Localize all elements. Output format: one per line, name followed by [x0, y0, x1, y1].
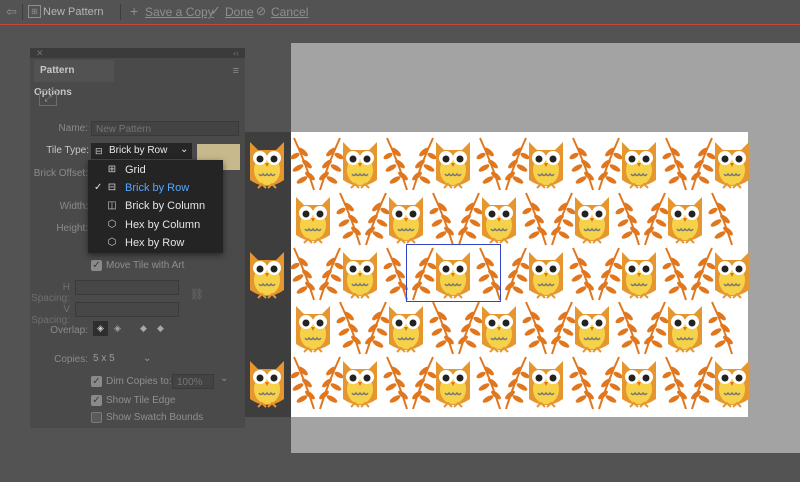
owl-art [246, 355, 288, 412]
menu-item-brick-by-column[interactable]: ◫ Brick by Column [88, 197, 223, 215]
leaf-art [708, 191, 738, 250]
collapse-icon[interactable]: ‹‹ [233, 48, 239, 58]
brick-offset-label: Brick Offset: [33, 168, 88, 179]
save-copy-button[interactable]: Save a Copy [145, 5, 214, 19]
checkmark-icon: ✓ [94, 182, 103, 193]
name-label: Name: [58, 123, 88, 134]
hex-column-icon: ⬡ [107, 219, 117, 230]
done-button[interactable]: Done [225, 5, 254, 19]
panel-menu-icon[interactable]: ≡ [233, 65, 239, 77]
owl-art [525, 355, 567, 412]
isolation-mode-bar: ⇦ ⊞ New Pattern + Save a Copy ✓ Done ⊘ C… [0, 0, 800, 25]
show-swatch-bounds-checkbox[interactable] [91, 412, 102, 423]
owl-art [571, 300, 613, 357]
tile-type-select[interactable]: ⊟ Brick by Row ⌄ [91, 143, 192, 159]
dim-copies-field[interactable]: 100% [172, 374, 214, 389]
chevron-down-icon: ⌄ [180, 144, 189, 155]
owl-art [664, 300, 706, 357]
panel-title: Pattern Options [34, 60, 114, 98]
h-spacing-field[interactable] [75, 280, 179, 295]
owl-art [339, 355, 381, 412]
brick-row-icon: ⊟ [107, 182, 117, 193]
menu-item-label: Grid [125, 164, 146, 176]
owl-art [618, 355, 660, 412]
dim-copies-checkbox[interactable]: ✓ [91, 376, 102, 387]
owl-art [292, 191, 334, 248]
tile-type-menu: ⊞ Grid ✓ ⊟ Brick by Row ◫ Brick by Colum… [88, 160, 223, 253]
owl-art [618, 136, 660, 193]
owl-art [432, 355, 474, 412]
overlap-label: Overlap: [50, 325, 88, 336]
height-label: Height: [56, 223, 88, 234]
hex-row-icon: ⬡ [107, 237, 117, 248]
copies-label: Copies: [54, 354, 88, 365]
tile-editor-icon[interactable]: ⤢ [39, 90, 57, 106]
menu-item-label: Hex by Column [125, 219, 201, 231]
owl-art [385, 191, 427, 248]
owl-art [339, 136, 381, 193]
owl-art [525, 136, 567, 193]
move-tile-checkbox[interactable]: ✓ [91, 260, 102, 271]
owl-art [525, 246, 567, 303]
checkmark-icon: ✓ [210, 3, 221, 18]
owl-art [478, 300, 520, 357]
tile-type-value: Brick by Row [109, 145, 168, 156]
close-icon[interactable]: ✕ [36, 48, 44, 58]
back-arrow-icon[interactable]: ⇦ [6, 4, 17, 20]
divider [120, 4, 121, 20]
pattern-tile-bounds[interactable] [406, 244, 501, 302]
divider [22, 4, 23, 20]
owl-art [292, 300, 334, 357]
owl-art [711, 136, 753, 193]
brick-column-icon: ◫ [107, 200, 117, 211]
owl-art [571, 191, 613, 248]
owl-art [664, 191, 706, 248]
v-spacing-label: V Spacing: [31, 304, 70, 326]
pattern-swatch-icon: ⊞ [28, 5, 41, 18]
menu-item-brick-by-row[interactable]: ✓ ⊟ Brick by Row [88, 179, 223, 197]
chevron-down-icon: ⌄ [143, 353, 152, 364]
overlap-left-icon[interactable]: ◈ [93, 321, 108, 336]
show-swatch-bounds-label: Show Swatch Bounds [106, 412, 204, 423]
chevron-down-icon[interactable]: ⌄ [220, 373, 228, 384]
h-spacing-label: H Spacing: [31, 282, 70, 304]
owl-art [432, 136, 474, 193]
menu-item-label: Hex by Row [125, 237, 185, 249]
v-spacing-field[interactable] [75, 302, 179, 317]
copies-select[interactable]: 5 x 5 ⌄ [93, 351, 153, 367]
pattern-name: New Pattern [43, 6, 104, 18]
dim-copies-label: Dim Copies to: [106, 376, 172, 387]
owl-art [246, 246, 288, 303]
show-tile-edge-label: Show Tile Edge [106, 395, 176, 406]
plus-icon: + [130, 3, 139, 19]
owl-art [618, 246, 660, 303]
overlap-bottom-icon[interactable]: ◆ [153, 321, 168, 336]
width-label: Width: [59, 201, 88, 212]
brick-row-icon: ⊟ [95, 146, 103, 156]
overlap-right-icon[interactable]: ◈ [110, 321, 125, 336]
owl-art [385, 300, 427, 357]
link-icon[interactable]: ⛓ [190, 288, 204, 301]
owl-art [711, 246, 753, 303]
owl-art [246, 136, 288, 193]
panel-header: ✕ ‹‹ [30, 48, 245, 58]
cancel-button[interactable]: Cancel [271, 5, 308, 19]
overlap-top-icon[interactable]: ◆ [136, 321, 151, 336]
menu-item-label: Brick by Column [125, 200, 206, 212]
show-tile-edge-checkbox[interactable]: ✓ [91, 395, 102, 406]
leaf-art [708, 300, 738, 359]
move-tile-label: Move Tile with Art [106, 260, 185, 271]
name-field[interactable]: New Pattern [91, 121, 239, 136]
menu-item-label: Brick by Row [125, 182, 190, 194]
owl-art [339, 246, 381, 303]
owl-art [478, 191, 520, 248]
menu-item-hex-by-column[interactable]: ⬡ Hex by Column [88, 216, 223, 234]
tile-type-label: Tile Type: [46, 145, 89, 156]
grid-icon: ⊞ [107, 164, 117, 175]
cancel-icon: ⊘ [256, 4, 267, 18]
owl-art [711, 355, 753, 412]
menu-item-hex-by-row[interactable]: ⬡ Hex by Row [88, 234, 223, 252]
menu-item-grid[interactable]: ⊞ Grid [88, 161, 223, 179]
copies-value: 5 x 5 [93, 353, 115, 364]
